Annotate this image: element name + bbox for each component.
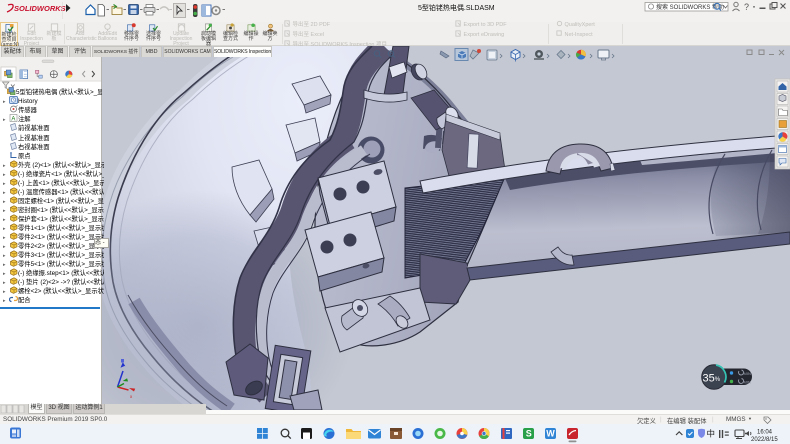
svg-text:W: W: [546, 429, 555, 439]
svg-text:A: A: [11, 117, 15, 123]
svg-text:MIN: MIN: [744, 371, 751, 376]
svg-text:S: S: [526, 429, 532, 439]
svg-text:16:04: 16:04: [757, 430, 773, 436]
svg-text:MIN: MIN: [744, 380, 751, 385]
svg-text:中: 中: [707, 429, 716, 439]
svg-text:2022/8/15: 2022/8/15: [751, 437, 778, 443]
svg-text:SOLIDWORKS: SOLIDWORKS: [14, 4, 66, 13]
svg-text:?: ?: [744, 2, 749, 12]
